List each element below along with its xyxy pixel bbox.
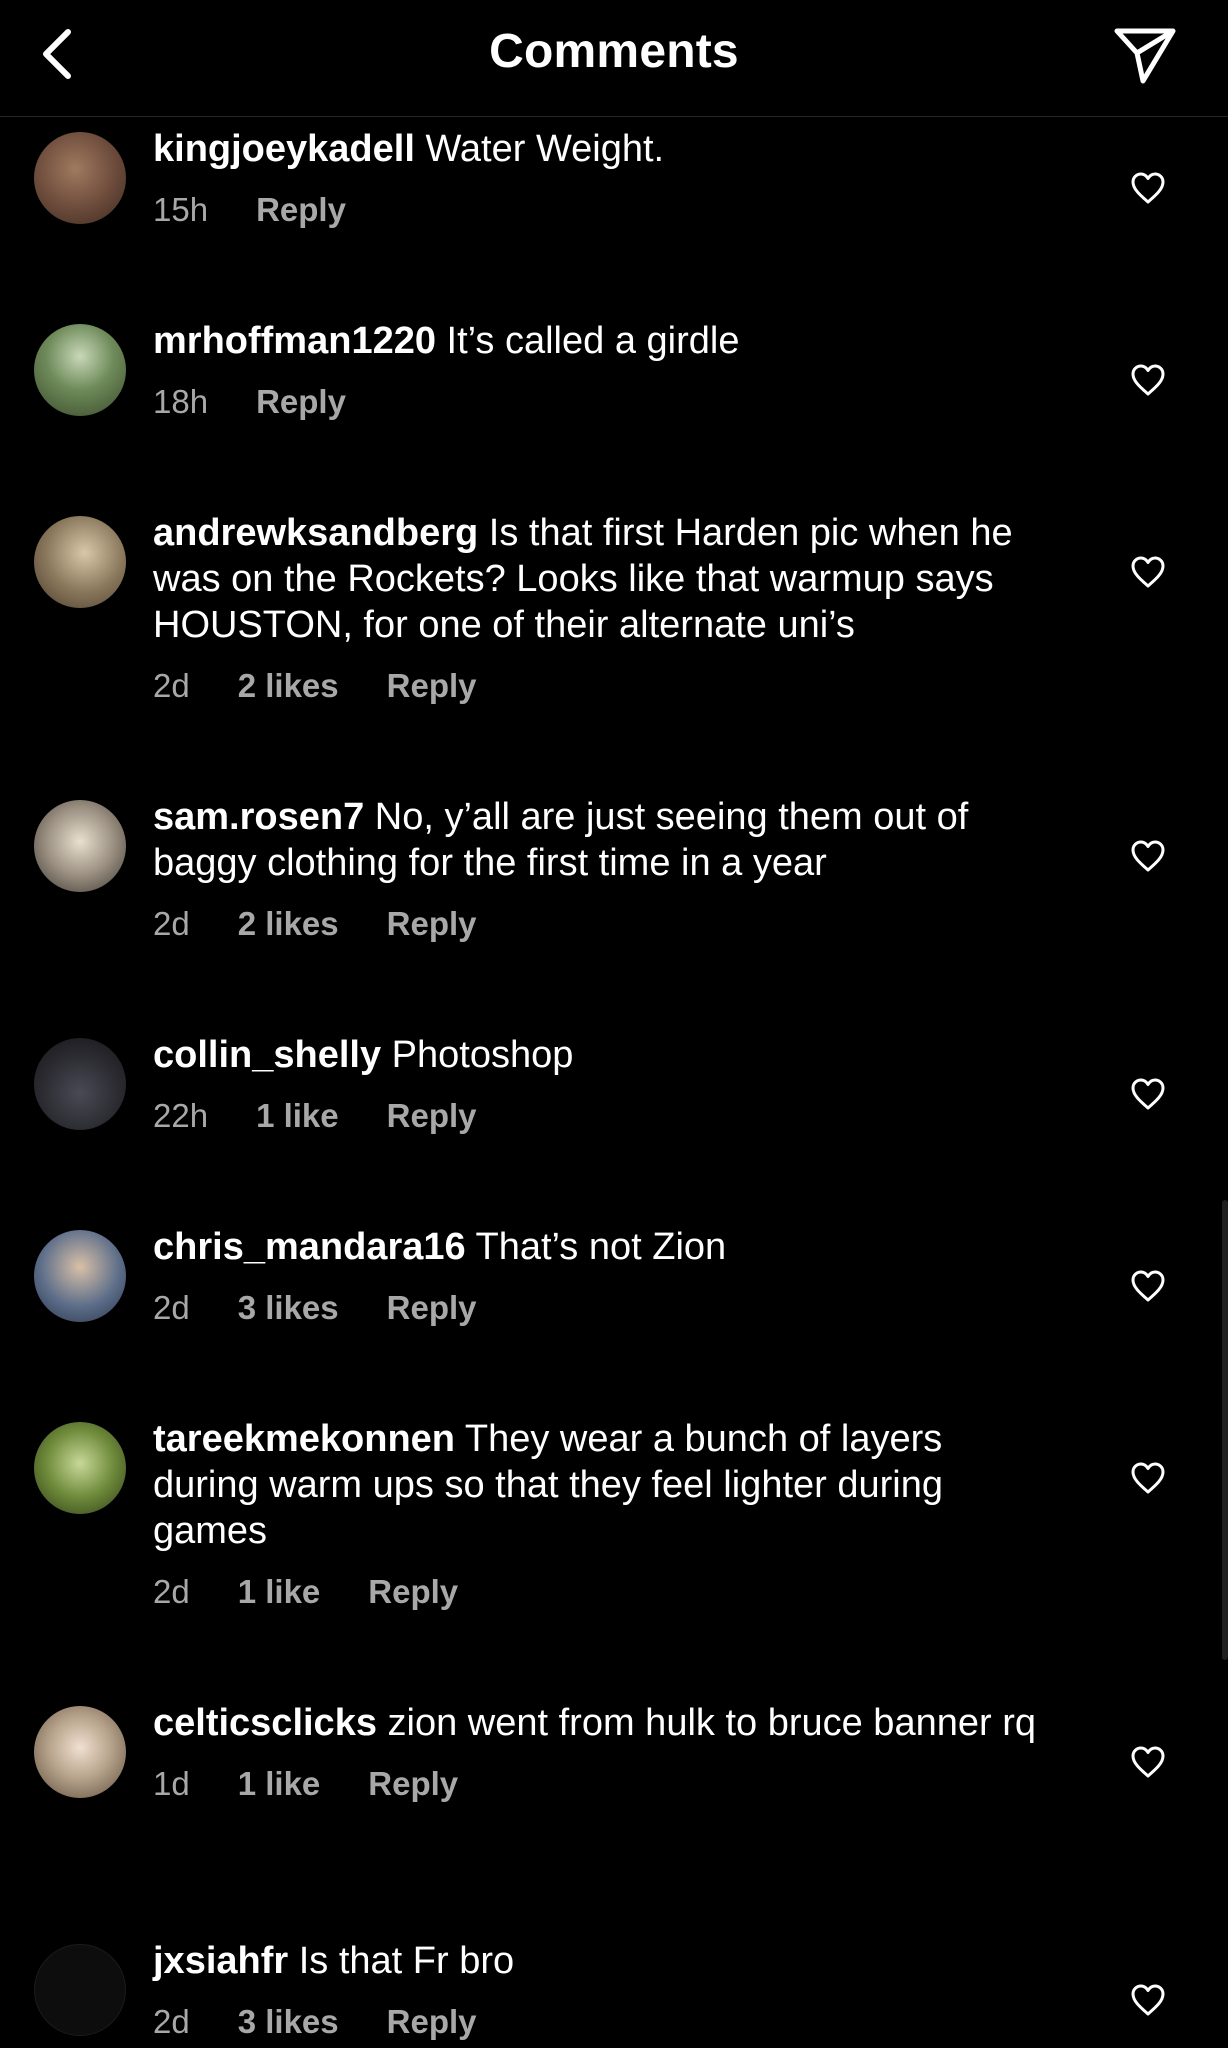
comment-text: Water Weight. <box>425 128 665 170</box>
comment-username[interactable]: mrhoffman1220 <box>153 320 436 362</box>
reply-button[interactable]: Reply <box>368 1764 458 1804</box>
reply-button[interactable]: Reply <box>387 904 477 944</box>
heart-outline-icon <box>1131 1270 1165 1302</box>
comment-text-block: collin_shelly Photoshop <box>153 1032 1053 1078</box>
avatar[interactable] <box>34 324 126 416</box>
comment-text: Photoshop <box>391 1034 574 1076</box>
avatar[interactable] <box>34 1944 126 2036</box>
header-bar: Comments <box>0 0 1228 117</box>
heart-outline-icon <box>1131 1984 1165 2016</box>
like-button[interactable] <box>1126 166 1170 210</box>
comment-text: Is that Fr bro <box>298 1940 515 1982</box>
share-button[interactable] <box>1110 20 1180 90</box>
like-button[interactable] <box>1126 1740 1170 1784</box>
likes-count[interactable]: 3 likes <box>238 1288 339 1328</box>
like-button[interactable] <box>1126 834 1170 878</box>
page-title: Comments <box>489 25 739 78</box>
comment-time: 2d <box>153 905 190 942</box>
reply-button[interactable]: Reply <box>387 2002 477 2042</box>
comment-text-block: kingjoeykadell Water Weight. <box>153 126 1053 172</box>
heart-outline-icon <box>1131 172 1165 204</box>
heart-outline-icon <box>1131 364 1165 396</box>
reply-button[interactable]: Reply <box>256 190 346 230</box>
comment-username[interactable]: celticsclicks <box>153 1702 377 1744</box>
heart-outline-icon <box>1131 556 1165 588</box>
comment-username[interactable]: jxsiahfr <box>153 1940 288 1982</box>
like-button[interactable] <box>1126 358 1170 402</box>
comment-username[interactable]: sam.rosen7 <box>153 796 364 838</box>
comment-username[interactable]: kingjoeykadell <box>153 128 415 170</box>
reply-button[interactable]: Reply <box>387 1288 477 1328</box>
heart-outline-icon <box>1131 840 1165 872</box>
reply-button[interactable]: Reply <box>387 666 477 706</box>
likes-count[interactable]: 1 like <box>238 1572 321 1612</box>
reply-button[interactable]: Reply <box>368 1572 458 1612</box>
avatar[interactable] <box>34 800 126 892</box>
comment-time: 2d <box>153 2003 190 2040</box>
comment-text-block: sam.rosen7 No, y’all are just seeing the… <box>153 794 1053 886</box>
avatar[interactable] <box>34 516 126 608</box>
comment-meta: 15h Reply <box>153 190 1053 230</box>
likes-count[interactable]: 3 likes <box>238 2002 339 2042</box>
like-button[interactable] <box>1126 1978 1170 2022</box>
comment-text-block: tareekmekonnen They wear a bunch of laye… <box>153 1416 1053 1554</box>
likes-count[interactable]: 2 likes <box>238 666 339 706</box>
likes-count[interactable]: 1 like <box>256 1096 339 1136</box>
comment-time: 18h <box>153 383 209 420</box>
comment-text-block: celticsclicks zion went from hulk to bru… <box>153 1700 1053 1746</box>
comment-time: 1d <box>153 1765 190 1802</box>
comment-text-block: jxsiahfr Is that Fr bro <box>153 1938 1053 1984</box>
comment-time: 2d <box>153 667 190 704</box>
like-button[interactable] <box>1126 1264 1170 1308</box>
heart-outline-icon <box>1131 1078 1165 1110</box>
reply-button[interactable]: Reply <box>387 1096 477 1136</box>
reply-button[interactable]: Reply <box>256 382 346 422</box>
like-button[interactable] <box>1126 1456 1170 1500</box>
comment-username[interactable]: andrewksandberg <box>153 512 478 554</box>
comment-meta: 2d 2 likes Reply <box>153 666 1053 706</box>
comment-meta: 22h 1 like Reply <box>153 1096 1053 1136</box>
heart-outline-icon <box>1131 1462 1165 1494</box>
comment-text-block: mrhoffman1220 It’s called a girdle <box>153 318 1053 364</box>
comment-text: That’s not Zion <box>475 1226 727 1268</box>
avatar[interactable] <box>34 1038 126 1130</box>
comment-meta: 1d 1 like Reply <box>153 1764 1053 1804</box>
comment-text: It’s called a girdle <box>446 320 740 362</box>
comment-time: 15h <box>153 191 209 228</box>
comment-time: 2d <box>153 1573 190 1610</box>
comment-username[interactable]: chris_mandara16 <box>153 1226 466 1268</box>
comment-meta: 2d 2 likes Reply <box>153 904 1053 944</box>
scrollbar-thumb[interactable] <box>1222 1200 1228 1660</box>
comment-time: 2d <box>153 1289 190 1326</box>
heart-outline-icon <box>1131 1746 1165 1778</box>
comment-meta: 2d 3 likes Reply <box>153 2002 1053 2042</box>
comment-username[interactable]: collin_shelly <box>153 1034 381 1076</box>
avatar[interactable] <box>34 1230 126 1322</box>
avatar[interactable] <box>34 1422 126 1514</box>
paper-plane-icon <box>1114 28 1176 84</box>
like-button[interactable] <box>1126 1072 1170 1116</box>
like-button[interactable] <box>1126 550 1170 594</box>
comment-meta: 18h Reply <box>153 382 1053 422</box>
likes-count[interactable]: 2 likes <box>238 904 339 944</box>
comment-text-block: chris_mandara16 That’s not Zion <box>153 1224 1053 1270</box>
comment-text-block: andrewksandberg Is that first Harden pic… <box>153 510 1053 648</box>
avatar[interactable] <box>34 1706 126 1798</box>
avatar[interactable] <box>34 132 126 224</box>
comment-text: zion went from hulk to bruce banner rq <box>387 1702 1036 1744</box>
comment-time: 22h <box>153 1097 209 1134</box>
comment-meta: 2d 3 likes Reply <box>153 1288 1053 1328</box>
likes-count[interactable]: 1 like <box>238 1764 321 1804</box>
comment-meta: 2d 1 like Reply <box>153 1572 1053 1612</box>
comment-username[interactable]: tareekmekonnen <box>153 1418 455 1460</box>
